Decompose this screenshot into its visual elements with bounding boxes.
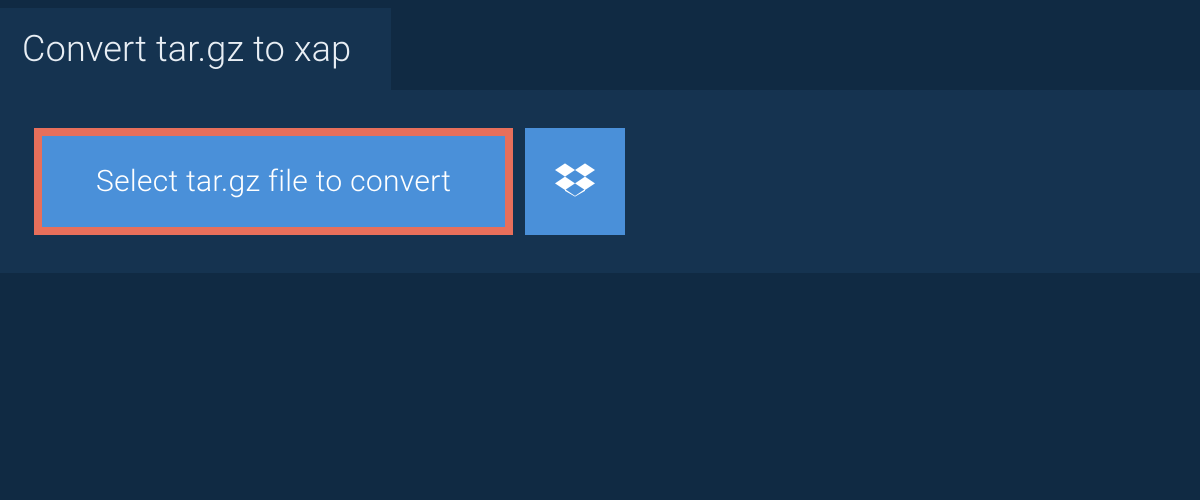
button-row: Select tar.gz file to convert [34,128,1166,235]
page-title-tab: Convert tar.gz to xap [0,8,391,90]
page-title: Convert tar.gz to xap [22,28,351,70]
select-file-label: Select tar.gz file to convert [96,164,451,199]
dropbox-button[interactable] [525,128,625,235]
tab-header: Convert tar.gz to xap [0,0,1200,90]
select-file-button[interactable]: Select tar.gz file to convert [34,128,513,235]
main-panel: Select tar.gz file to convert [0,90,1200,273]
dropbox-icon [555,160,595,204]
